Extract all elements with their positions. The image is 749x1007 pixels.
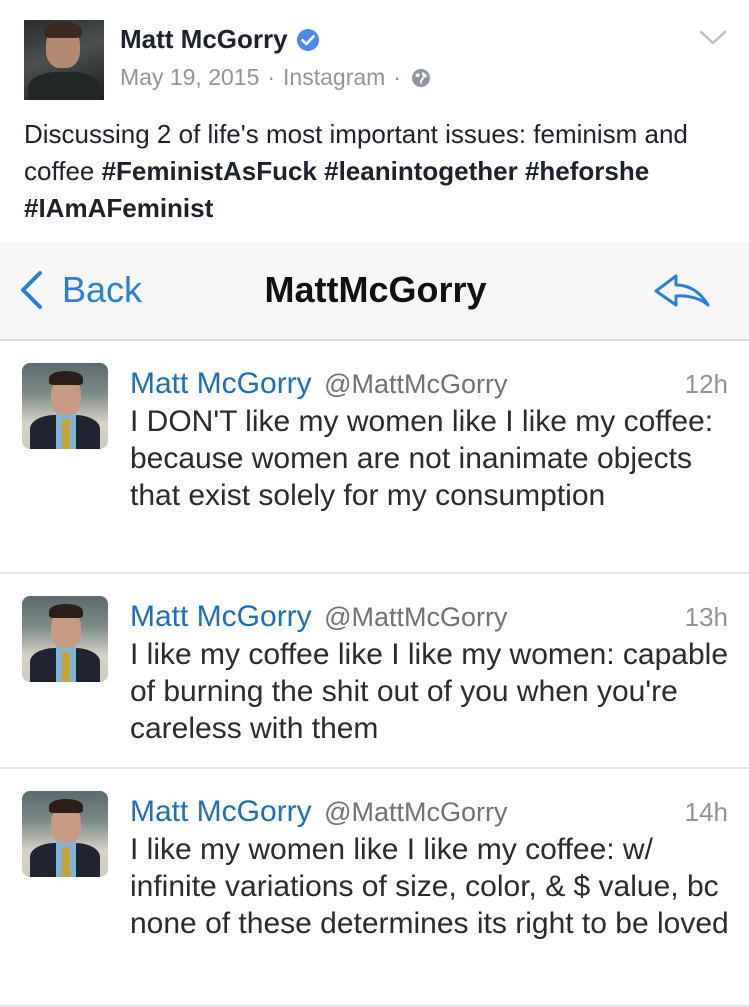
post-date[interactable]: May 19, 2015 <box>120 64 259 91</box>
hashtag-link[interactable]: #heforshe <box>525 156 649 186</box>
tweet-header: Matt McGorry @MattMcGorry 13h <box>130 600 728 636</box>
post-meta: May 19, 2015 · Instagram · <box>120 64 431 91</box>
tweet-handle[interactable]: @MattMcGorry <box>324 602 507 632</box>
twitter-navbar: Back MattMcGorry <box>0 241 749 341</box>
tweet-handle[interactable]: @MattMcGorry <box>324 797 507 827</box>
tweet-avatar[interactable] <box>22 363 108 449</box>
tweet-item[interactable]: Matt McGorry @MattMcGorry 14h I like my … <box>0 769 749 1007</box>
verified-icon <box>296 28 319 51</box>
post-source[interactable]: Instagram <box>283 64 385 91</box>
tweet-author-name[interactable]: Matt McGorry <box>130 795 312 828</box>
post-caption: Discussing 2 of life's most important is… <box>24 116 729 227</box>
tweet-avatar[interactable] <box>22 596 108 682</box>
tweet-text: I DON'T like my women like I like my cof… <box>130 405 714 512</box>
embedded-screenshot[interactable]: Back MattMcGorry Matt McGorry @MattMcGor… <box>0 241 749 1007</box>
tweet-handle[interactable]: @MattMcGorry <box>324 369 507 399</box>
tweet-header: Matt McGorry @MattMcGorry 14h <box>130 795 728 831</box>
tweet-header: Matt McGorry @MattMcGorry 12h <box>130 367 728 403</box>
nav-title: MattMcGorry <box>0 265 749 315</box>
meta-separator: · <box>267 64 276 90</box>
tweet-text: I like my women like I like my coffee: w… <box>130 833 729 940</box>
tweet-item[interactable]: Matt McGorry @MattMcGorry 13h I like my … <box>0 574 749 769</box>
tweet-author-name[interactable]: Matt McGorry <box>130 367 312 400</box>
tweet-text: I like my coffee like I like my women: c… <box>130 638 729 745</box>
tweet-avatar[interactable] <box>22 791 108 877</box>
author-row: Matt McGorry <box>120 24 320 55</box>
chevron-down-icon[interactable] <box>698 28 728 48</box>
tweet-timestamp: 12h <box>684 369 728 399</box>
hashtag-link[interactable]: #FeministAsFuck <box>102 156 317 186</box>
tweet-author-name[interactable]: Matt McGorry <box>130 600 312 633</box>
globe-icon <box>411 68 430 87</box>
meta-separator-2: · <box>393 64 401 90</box>
post-header: Matt McGorry May 19, 2015 · Instagram · <box>0 0 749 112</box>
hashtag-link[interactable]: #leanintogether <box>324 156 518 186</box>
nav-title-text: MattMcGorry <box>264 269 487 310</box>
tweet-item[interactable]: Matt McGorry @MattMcGorry 12h I DON'T li… <box>0 341 749 574</box>
hashtag-link[interactable]: #IAmAFeminist <box>24 193 213 223</box>
tweet-timestamp: 13h <box>684 602 728 632</box>
author-name[interactable]: Matt McGorry <box>120 24 288 55</box>
tweet-timestamp: 14h <box>684 797 728 827</box>
reply-icon[interactable] <box>652 271 714 311</box>
avatar[interactable] <box>24 20 104 100</box>
